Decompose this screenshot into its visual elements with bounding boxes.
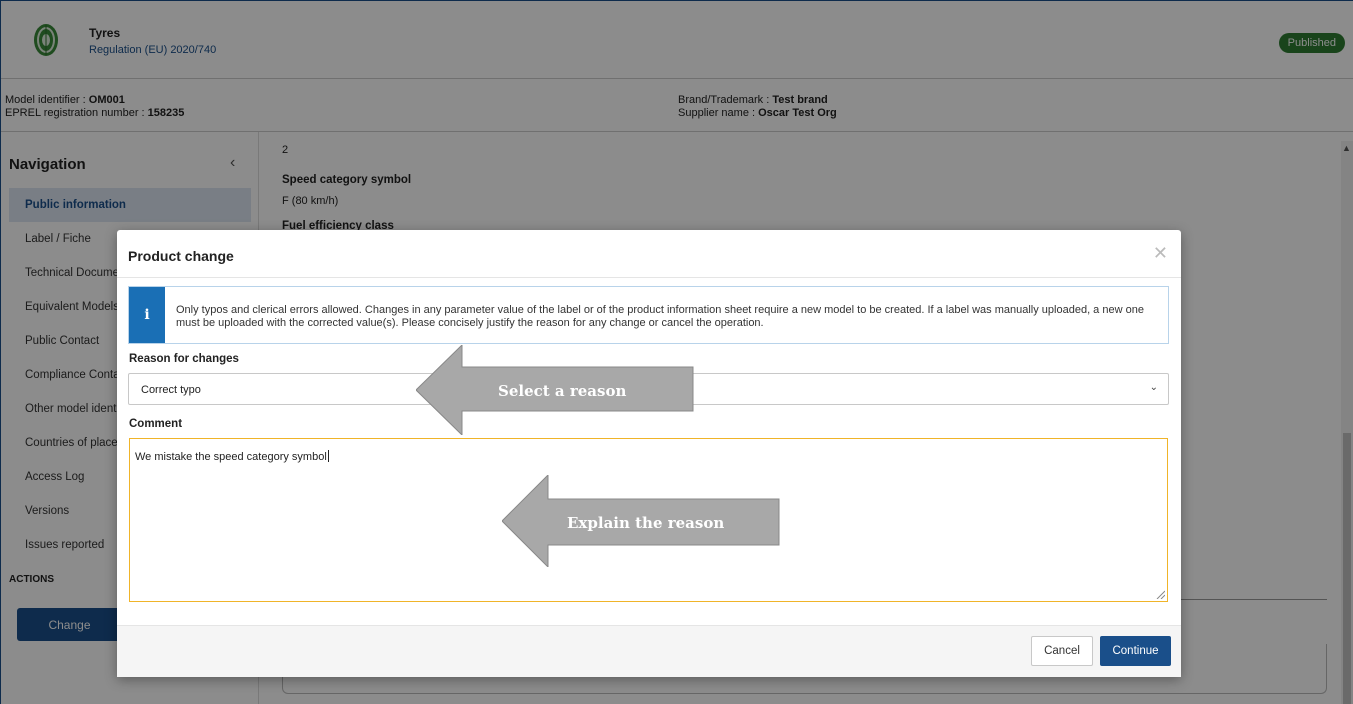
continue-button[interactable]: Continue: [1100, 636, 1171, 666]
reason-selected-value: Correct typo: [141, 384, 201, 396]
annotation-explain-reason-label: Explain the reason: [567, 514, 725, 532]
divider: [117, 277, 1181, 278]
resize-grip-icon[interactable]: [1155, 589, 1165, 599]
chevron-down-icon[interactable]: ⌄: [1150, 382, 1158, 393]
product-change-dialog: Product change ✕ i Only typos and cleric…: [117, 230, 1181, 677]
dialog-footer: Cancel Continue: [117, 625, 1181, 677]
info-icon: i: [129, 287, 165, 343]
comment-label: Comment: [129, 418, 183, 430]
comment-text: We mistake the speed category symbol: [135, 451, 327, 463]
info-alert: i Only typos and clerical errors allowed…: [128, 286, 1169, 344]
annotation-select-reason-label: Select a reason: [498, 382, 627, 400]
dialog-title: Product change: [128, 248, 234, 264]
text-caret: [327, 450, 329, 462]
cancel-button[interactable]: Cancel: [1031, 636, 1093, 666]
alert-message: Only typos and clerical errors allowed. …: [176, 304, 1144, 329]
close-icon[interactable]: ✕: [1153, 244, 1168, 262]
reason-label: Reason for changes: [129, 353, 239, 365]
